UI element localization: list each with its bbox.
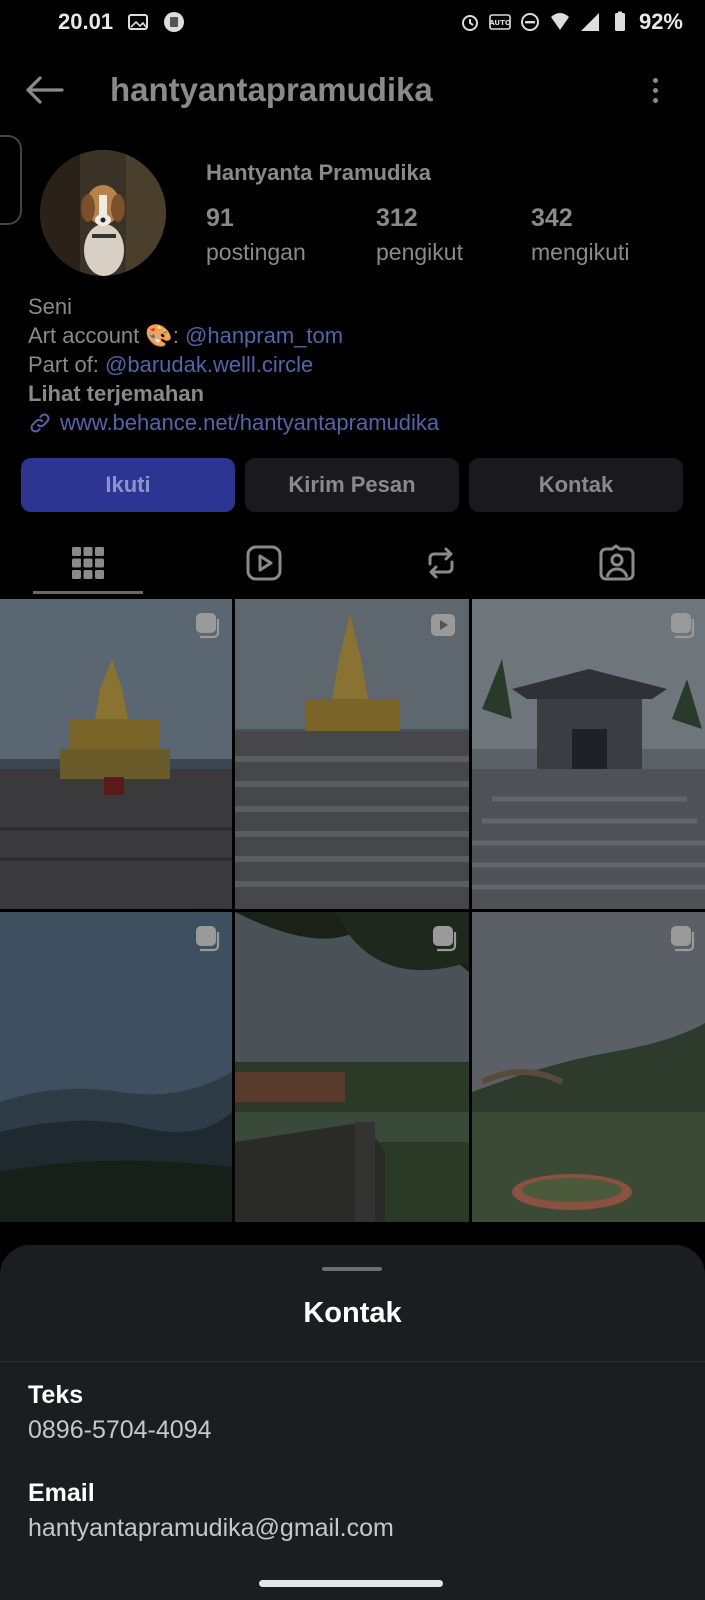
profile-header: hantyantapramudika [0,60,705,120]
stat-posts-label: postingan [206,239,306,265]
tab-reels[interactable] [176,528,352,598]
send-message-button[interactable]: Kirim Pesan [245,458,459,512]
back-button[interactable] [14,60,74,120]
profile-username: hantyantapramudika [110,71,433,108]
posts-grid [0,599,705,1222]
stat-posts[interactable]: 91 postingan [206,204,376,266]
profile-bio: Seni Art account 🎨: @hanpram_tom Part of… [28,292,439,437]
contact-item-text[interactable]: Teks 0896-5704-4094 [28,1381,212,1445]
profile-actions: Ikuti Kirim Pesan Kontak [21,458,683,512]
grid-icon [72,547,105,579]
gesture-navigation-bar[interactable] [259,1580,443,1587]
more-dot-icon [652,77,658,83]
more-dot-icon [652,97,658,103]
active-tab-indicator [33,591,143,594]
post-thumbnail[interactable] [472,912,705,1222]
app-notification-icon [163,11,185,33]
see-translation-link[interactable]: Lihat terjemahan [28,379,439,408]
story-highlight-edge[interactable] [0,135,22,225]
post-thumbnail[interactable] [472,599,705,909]
contact-item-value: hantyantapramudika@gmail.com [28,1514,394,1542]
mention-link[interactable]: @hanpram_tom [185,323,343,348]
contact-bottom-sheet: Kontak Teks 0896-5704-4094 Email hantyan… [0,1245,705,1600]
repost-icon [428,547,454,579]
gallery-notification-icon [127,11,149,33]
carousel-icon [671,613,695,639]
follow-button[interactable]: Ikuti [21,458,235,512]
bio-line2-text: Part of: [28,352,106,377]
sheet-title: Kontak [303,1297,402,1329]
carousel-icon [671,926,695,952]
status-bar: 20.01 AUTO 92% [0,0,705,44]
svg-text:AUTO: AUTO [489,19,511,27]
stat-followers[interactable]: 312 pengikut [376,204,531,266]
alarm-icon [459,11,481,33]
tab-posts-grid[interactable] [0,528,176,598]
more-options-button[interactable] [645,70,665,110]
tagged-icon [599,544,635,581]
cell-signal-icon [579,11,601,33]
profile-avatar[interactable] [40,150,166,276]
contact-item-label: Email [28,1479,95,1507]
profile-stats: 91 postingan 312 pengikut 342 mengikuti [206,204,691,266]
tab-reposts[interactable] [353,528,529,598]
stat-posts-value: 91 [206,204,234,232]
tab-tagged[interactable] [529,528,705,598]
stat-following-value: 342 [531,204,573,232]
bio-line-part-of: Part of: @barudak.welll.circle [28,350,439,379]
carousel-icon [433,926,457,952]
post-thumbnail[interactable] [0,912,232,1222]
carousel-icon [196,926,220,952]
link-icon [30,413,50,432]
auto-brightness-icon: AUTO [489,11,511,33]
battery-percentage: 92% [638,9,683,34]
sheet-drag-handle[interactable] [322,1267,382,1271]
mention-link[interactable]: @barudak.welll.circle [105,352,313,377]
contact-item-email[interactable]: Email hantyantapramudika@gmail.com [28,1479,394,1543]
reels-icon [246,545,282,581]
contact-item-label: Teks [28,1381,84,1409]
wifi-icon [549,11,571,33]
post-thumbnail[interactable] [0,599,232,909]
do-not-disturb-icon [519,11,541,33]
post-thumbnail[interactable] [235,599,469,909]
contact-item-value: 0896-5704-4094 [28,1416,212,1444]
arrow-left-icon [26,76,64,104]
contact-button[interactable]: Kontak [469,458,683,512]
status-time: 20.01 [58,9,114,34]
stat-followers-value: 312 [376,204,418,232]
stat-following-label: mengikuti [531,239,630,265]
stat-following[interactable]: 342 mengikuti [531,204,691,266]
bio-line1-text: Art account 🎨: [28,323,186,348]
stat-followers-label: pengikut [376,239,463,265]
video-icon [431,614,455,636]
profile-tabs [0,528,705,598]
profile-display-name: Hantyanta Pramudika [206,160,431,185]
sheet-divider [0,1361,705,1362]
post-thumbnail[interactable] [235,912,469,1222]
bio-line-art-account: Art account 🎨: @hanpram_tom [28,321,439,350]
external-link[interactable]: www.behance.net/hantyantapramudika [28,408,439,437]
battery-icon [609,11,631,33]
external-link-text: www.behance.net/hantyantapramudika [60,410,440,435]
carousel-icon [196,613,220,639]
bio-category: Seni [28,294,73,319]
more-dot-icon [652,87,658,93]
